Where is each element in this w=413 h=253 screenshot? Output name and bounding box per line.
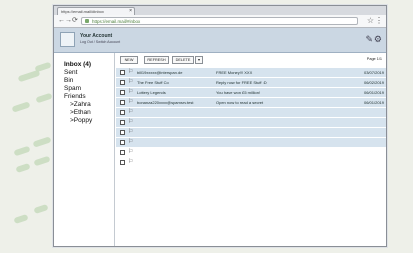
lock-icon [85, 19, 89, 23]
delete-button[interactable]: DELETE [172, 56, 194, 64]
flag-icon[interactable]: ⚐ [128, 129, 133, 136]
background-scribble [33, 155, 51, 167]
sidebar-item-sent[interactable]: Sent [64, 69, 77, 76]
email-subject: FREE Money!!! XXX [216, 70, 253, 75]
email-subject: Reply now for FREE Stuff :D [216, 80, 267, 85]
url-text: https://email.mail/#inbox [92, 19, 141, 24]
email-sender: Lottery Legends [137, 90, 166, 95]
row-checkbox[interactable] [120, 100, 125, 105]
table-row[interactable]: ⚐ bill19xxxxx@interspan.de FREE Money!!!… [116, 68, 386, 78]
sidebar-item-bin[interactable]: Bin [64, 77, 73, 84]
compose-icon[interactable]: ✎ [365, 34, 373, 45]
flag-icon[interactable]: ⚐ [128, 159, 133, 166]
email-subject: You have won £5 million! [216, 90, 261, 95]
bookmark-star-icon[interactable]: ☆ [367, 16, 374, 25]
background-scribble [34, 61, 52, 73]
flag-icon[interactable]: ⚐ [128, 99, 133, 106]
background-scribble [15, 162, 31, 174]
close-tab-icon[interactable]: × [129, 8, 132, 15]
back-arrow-icon[interactable]: ← [58, 17, 65, 25]
browser-window: https://email.mail/#inbox × ← → ⟳ https:… [53, 5, 387, 247]
account-header: Your Account Log Out / Switch Account ✎ … [54, 28, 386, 53]
sidebar-item-inbox[interactable]: Inbox (4) [64, 61, 91, 68]
new-button[interactable]: NEW [120, 56, 138, 64]
empty-row[interactable]: ⚐ [116, 158, 386, 168]
folder-sidebar: Inbox (4) Sent Bin Spam Friends >Zahra >… [54, 53, 114, 246]
navigation-bar: ← → ⟳ https://email.mail/#inbox ☆ ⋮ [54, 15, 386, 28]
email-date: 06/01/2019 [363, 100, 384, 105]
row-checkbox[interactable] [120, 160, 125, 165]
email-date: 03/07/2019 [363, 70, 384, 75]
forward-arrow-icon[interactable]: → [65, 17, 72, 25]
row-checkbox[interactable] [120, 110, 125, 115]
flag-icon[interactable]: ⚐ [128, 69, 133, 76]
background-scribble [32, 136, 52, 148]
empty-row[interactable]: ⚐ [116, 128, 386, 138]
reload-icon[interactable]: ⟳ [72, 17, 78, 25]
table-row[interactable]: ⚐ bonanza220xxxx@spamsrv.test Open now t… [116, 98, 386, 108]
refresh-button[interactable]: REFRESH [144, 56, 169, 64]
email-sender: bill19xxxxx@interspan.de [137, 70, 183, 75]
empty-row[interactable]: ⚐ [116, 108, 386, 118]
background-scribble [13, 213, 29, 225]
background-scribble [33, 203, 49, 215]
browser-menu-icon[interactable]: ⋮ [375, 16, 383, 25]
flag-icon[interactable]: ⚐ [128, 109, 133, 116]
chevron-down-icon: ▾ [198, 58, 200, 62]
email-subject: Open now to read a secret [216, 100, 264, 105]
row-checkbox[interactable] [120, 80, 125, 85]
browser-tab[interactable]: https://email.mail/#inbox × [57, 7, 135, 15]
delete-dropdown[interactable]: ▾ [195, 56, 203, 64]
email-date: 06/01/2019 [363, 90, 384, 95]
table-row[interactable]: ⚐ The Free Stuff Co Reply now for FREE S… [116, 78, 386, 88]
background-scribble [13, 145, 31, 157]
email-sender: The Free Stuff Co [137, 80, 169, 85]
sidebar-item-ethan[interactable]: >Ethan [70, 109, 91, 116]
empty-row[interactable]: ⚐ [116, 118, 386, 128]
empty-row[interactable]: ⚐ [116, 138, 386, 148]
address-bar[interactable]: https://email.mail/#inbox [81, 17, 358, 25]
flag-icon[interactable]: ⚐ [128, 119, 133, 126]
row-checkbox[interactable] [120, 140, 125, 145]
row-checkbox[interactable] [120, 70, 125, 75]
avatar[interactable] [60, 32, 75, 47]
empty-row[interactable]: ⚐ [116, 148, 386, 158]
row-checkbox[interactable] [120, 120, 125, 125]
account-title: Your Account [80, 33, 113, 39]
sidebar-item-spam[interactable]: Spam [64, 85, 81, 92]
background-scribble [35, 92, 53, 104]
row-checkbox[interactable] [120, 130, 125, 135]
flag-icon[interactable]: ⚐ [128, 79, 133, 86]
email-sender: bonanza220xxxx@spamsrv.test [137, 100, 194, 105]
sidebar-item-zahra[interactable]: >Zahra [70, 101, 91, 108]
row-checkbox[interactable] [120, 150, 125, 155]
tab-title: https://email.mail/#inbox [61, 9, 104, 14]
sidebar-item-friends[interactable]: Friends [64, 93, 86, 100]
row-checkbox[interactable] [120, 90, 125, 95]
table-row[interactable]: ⚐ Lottery Legends You have won £5 millio… [116, 88, 386, 98]
flag-icon[interactable]: ⚐ [128, 139, 133, 146]
background-scribble [11, 101, 31, 113]
flag-icon[interactable]: ⚐ [128, 149, 133, 156]
sidebar-item-poppy[interactable]: >Poppy [70, 117, 92, 124]
gear-icon[interactable]: ⚙ [374, 34, 382, 45]
page-indicator: Page 1/1 [366, 57, 382, 61]
account-links[interactable]: Log Out / Switch Account [80, 40, 120, 44]
email-date: 06/02/2019 [363, 80, 384, 85]
flag-icon[interactable]: ⚐ [128, 89, 133, 96]
sidebar-divider [114, 53, 115, 246]
